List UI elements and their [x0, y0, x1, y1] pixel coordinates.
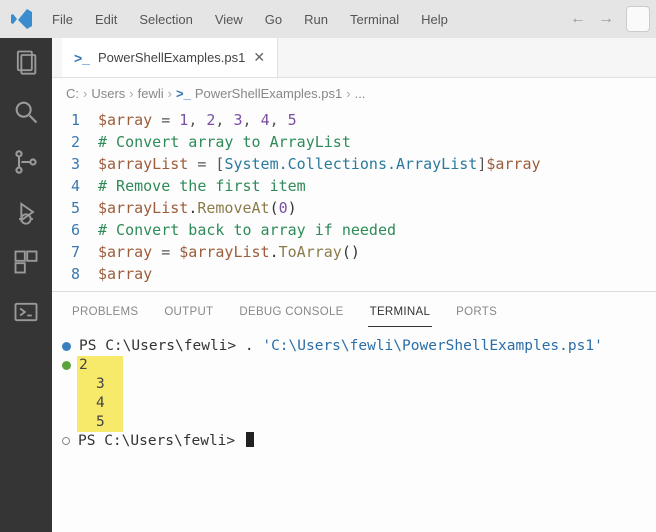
code-line[interactable]: 5$arrayList.RemoveAt(0): [52, 197, 656, 219]
tab-label: PowerShellExamples.ps1: [98, 50, 245, 65]
powershell-file-icon: >_: [176, 86, 191, 101]
breadcrumb-seg[interactable]: fewli: [138, 86, 164, 101]
code-line[interactable]: 7$array = $arrayList.ToArray(): [52, 241, 656, 263]
menu-edit[interactable]: Edit: [85, 8, 127, 31]
menu-bar: File Edit Selection View Go Run Terminal…: [42, 8, 458, 31]
breadcrumb[interactable]: C:› Users› fewli› >_ PowerShellExamples.…: [52, 78, 656, 109]
terminal-output-line: 2: [77, 356, 105, 375]
tab-powershell-examples[interactable]: >_ PowerShellExamples.ps1 ✕: [62, 38, 278, 77]
terminal-output-line: 5: [77, 413, 105, 432]
powershell-ext-icon[interactable]: [12, 298, 40, 326]
code-line[interactable]: 1$array = 1, 2, 3, 4, 5: [52, 109, 656, 131]
line-number: 1: [52, 109, 98, 131]
activity-bar: [0, 38, 52, 532]
command-center[interactable]: [626, 6, 650, 32]
code-content[interactable]: $array: [98, 263, 152, 285]
code-content[interactable]: $array = $arrayList.ToArray(): [98, 241, 360, 263]
terminal-output-line: 4: [77, 394, 105, 413]
menu-help[interactable]: Help: [411, 8, 458, 31]
code-content[interactable]: $arrayList = [System.Collections.ArrayLi…: [98, 153, 541, 175]
cursor-icon: [246, 432, 254, 447]
menu-selection[interactable]: Selection: [129, 8, 202, 31]
powershell-file-icon: >_: [74, 50, 90, 66]
close-icon[interactable]: ✕: [253, 49, 265, 66]
editor-tabs: >_ PowerShellExamples.ps1 ✕: [52, 38, 656, 78]
extensions-icon[interactable]: [12, 248, 40, 276]
line-number: 2: [52, 131, 98, 153]
panel-tab-problems[interactable]: PROBLEMS: [70, 300, 140, 327]
title-bar: File Edit Selection View Go Run Terminal…: [0, 0, 656, 38]
line-number: 5: [52, 197, 98, 219]
status-dot-icon: [62, 437, 70, 445]
line-number: 8: [52, 263, 98, 285]
menu-terminal[interactable]: Terminal: [340, 8, 409, 31]
source-control-icon[interactable]: [12, 148, 40, 176]
panel-tab-terminal[interactable]: TERMINAL: [368, 300, 433, 327]
terminal-prompt: PS C:\Users\fewli> . 'C:\Users\fewli\Pow…: [79, 337, 603, 356]
code-content[interactable]: # Convert back to array if needed: [98, 219, 396, 241]
run-debug-icon[interactable]: [12, 198, 40, 226]
code-line[interactable]: 8$array: [52, 263, 656, 285]
code-line[interactable]: 3$arrayList = [System.Collections.ArrayL…: [52, 153, 656, 175]
code-content[interactable]: # Remove the first item: [98, 175, 306, 197]
panel-tab-output[interactable]: OUTPUT: [162, 300, 215, 327]
code-content[interactable]: # Convert array to ArrayList: [98, 131, 351, 153]
code-line[interactable]: 4# Remove the first item: [52, 175, 656, 197]
panel-tab-debug-console[interactable]: DEBUG CONSOLE: [237, 300, 345, 327]
menu-file[interactable]: File: [42, 8, 83, 31]
terminal-output-highlight: 2 3 4 5: [77, 356, 123, 432]
code-line[interactable]: 6# Convert back to array if needed: [52, 219, 656, 241]
menu-go[interactable]: Go: [255, 8, 292, 31]
code-line[interactable]: 2# Convert array to ArrayList: [52, 131, 656, 153]
explorer-icon[interactable]: [12, 48, 40, 76]
terminal-prompt: PS C:\Users\fewli>: [78, 432, 254, 451]
line-number: 6: [52, 219, 98, 241]
panel: PROBLEMS OUTPUT DEBUG CONSOLE TERMINAL PORTS…: [52, 291, 656, 495]
breadcrumb-tail[interactable]: ...: [355, 86, 366, 101]
search-icon[interactable]: [12, 98, 40, 126]
terminal[interactable]: PS C:\Users\fewli> . 'C:\Users\fewli\Pow…: [52, 327, 656, 495]
nav-forward-icon[interactable]: →: [598, 10, 614, 28]
nav-back-icon[interactable]: ←: [570, 10, 586, 28]
panel-tabs: PROBLEMS OUTPUT DEBUG CONSOLE TERMINAL PORTS: [52, 292, 656, 327]
code-content[interactable]: $arrayList.RemoveAt(0): [98, 197, 297, 219]
terminal-output-line: 3: [77, 375, 105, 394]
panel-tab-ports[interactable]: PORTS: [454, 300, 499, 327]
status-dot-icon: [62, 361, 71, 370]
breadcrumb-seg[interactable]: Users: [91, 86, 125, 101]
menu-run[interactable]: Run: [294, 8, 338, 31]
breadcrumb-seg[interactable]: C:: [66, 86, 79, 101]
code-editor[interactable]: 1$array = 1, 2, 3, 4, 52# Convert array …: [52, 109, 656, 291]
breadcrumb-file[interactable]: PowerShellExamples.ps1: [195, 86, 342, 101]
line-number: 3: [52, 153, 98, 175]
code-content[interactable]: $array = 1, 2, 3, 4, 5: [98, 109, 297, 131]
line-number: 7: [52, 241, 98, 263]
menu-view[interactable]: View: [205, 8, 253, 31]
vscode-logo-icon: [10, 7, 34, 31]
status-dot-icon: [62, 342, 71, 351]
line-number: 4: [52, 175, 98, 197]
